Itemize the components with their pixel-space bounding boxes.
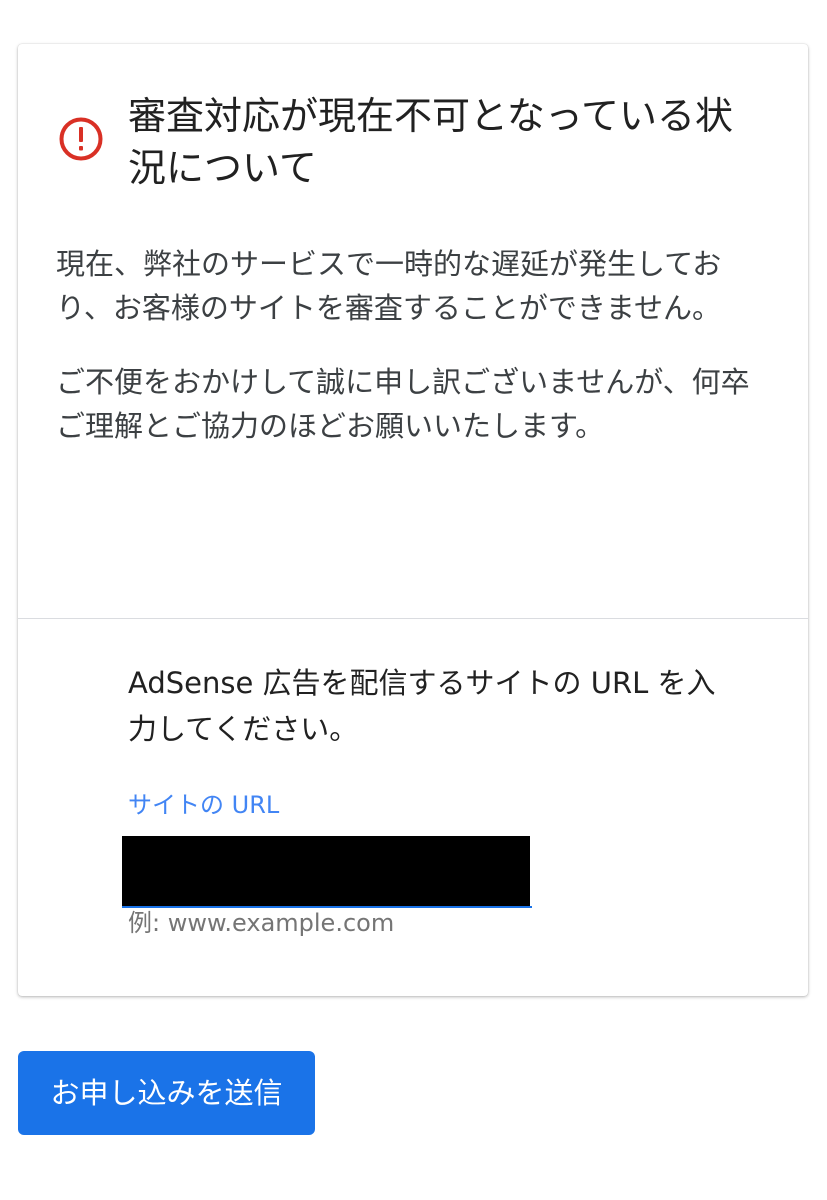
error-circle-icon bbox=[59, 117, 103, 161]
alert-message: 現在、弊社のサービスで一時的な遅延が発生しており、お客様のサイトを審査することが… bbox=[56, 242, 776, 478]
alert-title: 審査対応が現在不可となっている状況について bbox=[128, 94, 733, 190]
alert-paragraph-delay: 現在、弊社のサービスで一時的な遅延が発生しており、お客様のサイトを審査することが… bbox=[56, 247, 722, 325]
review-status-card: 審査対応が現在不可となっている状況について 現在、弊社のサービスで一時的な遅延が… bbox=[18, 44, 808, 996]
url-prompt: AdSense 広告を配信するサイトの URL を入力してください。 bbox=[128, 666, 716, 746]
alert-paragraph-apology: ご不便をおかけして誠に申し訳ございませんが、何卒ご理解とご協力のほどお願いいたし… bbox=[56, 365, 750, 443]
site-url-hint: 例: www.example.com bbox=[128, 909, 395, 937]
section-divider bbox=[18, 618, 808, 619]
site-url-label: サイトの URL bbox=[128, 791, 280, 819]
site-url-input[interactable] bbox=[122, 836, 530, 906]
submit-application-button[interactable]: お申し込みを送信 bbox=[18, 1051, 315, 1135]
site-url-field[interactable] bbox=[122, 836, 530, 906]
